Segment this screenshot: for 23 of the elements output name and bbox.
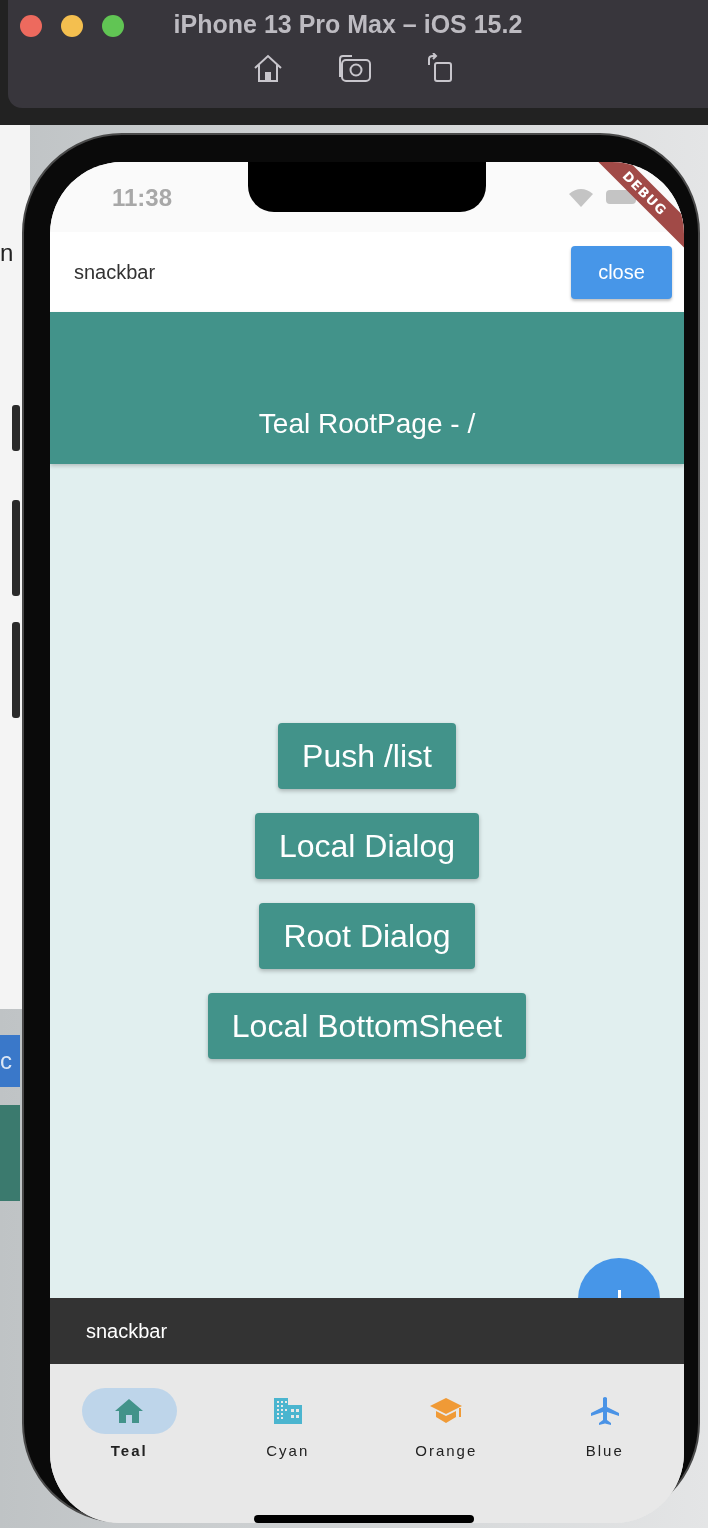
nav-label[interactable]: Teal: [110, 1442, 148, 1459]
wifi-icon: [568, 188, 594, 207]
nav-indicator[interactable]: [81, 1388, 177, 1434]
snackbar-message: snackbar: [86, 1319, 168, 1343]
camera-icon[interactable]: [338, 53, 372, 83]
background-text: n: [0, 239, 14, 267]
nav-label[interactable]: Cyan: [266, 1442, 310, 1459]
rotate-icon[interactable]: [426, 53, 454, 83]
nav-label[interactable]: Blue: [585, 1442, 624, 1459]
action-button[interactable]: Local BottomSheet: [207, 993, 527, 1059]
close-button[interactable]: [20, 15, 42, 37]
action-button[interactable]: Root Dialog: [259, 903, 475, 969]
banner-message: snackbar: [74, 260, 156, 284]
window-title: iPhone 13 Pro Max – iOS 15.2: [173, 10, 523, 39]
status-time: 11:38: [112, 184, 173, 212]
home-icon[interactable]: [252, 53, 284, 83]
app-bar-title: Teal RootPage - /: [258, 408, 476, 440]
zoom-button[interactable]: [102, 15, 124, 37]
close-button[interactable]: close: [571, 245, 672, 299]
nav-label[interactable]: Orange: [415, 1442, 478, 1459]
action-button[interactable]: Local Dialog: [254, 813, 480, 879]
action-button[interactable]: Push /list: [278, 723, 456, 789]
minimize-button[interactable]: [61, 15, 83, 37]
